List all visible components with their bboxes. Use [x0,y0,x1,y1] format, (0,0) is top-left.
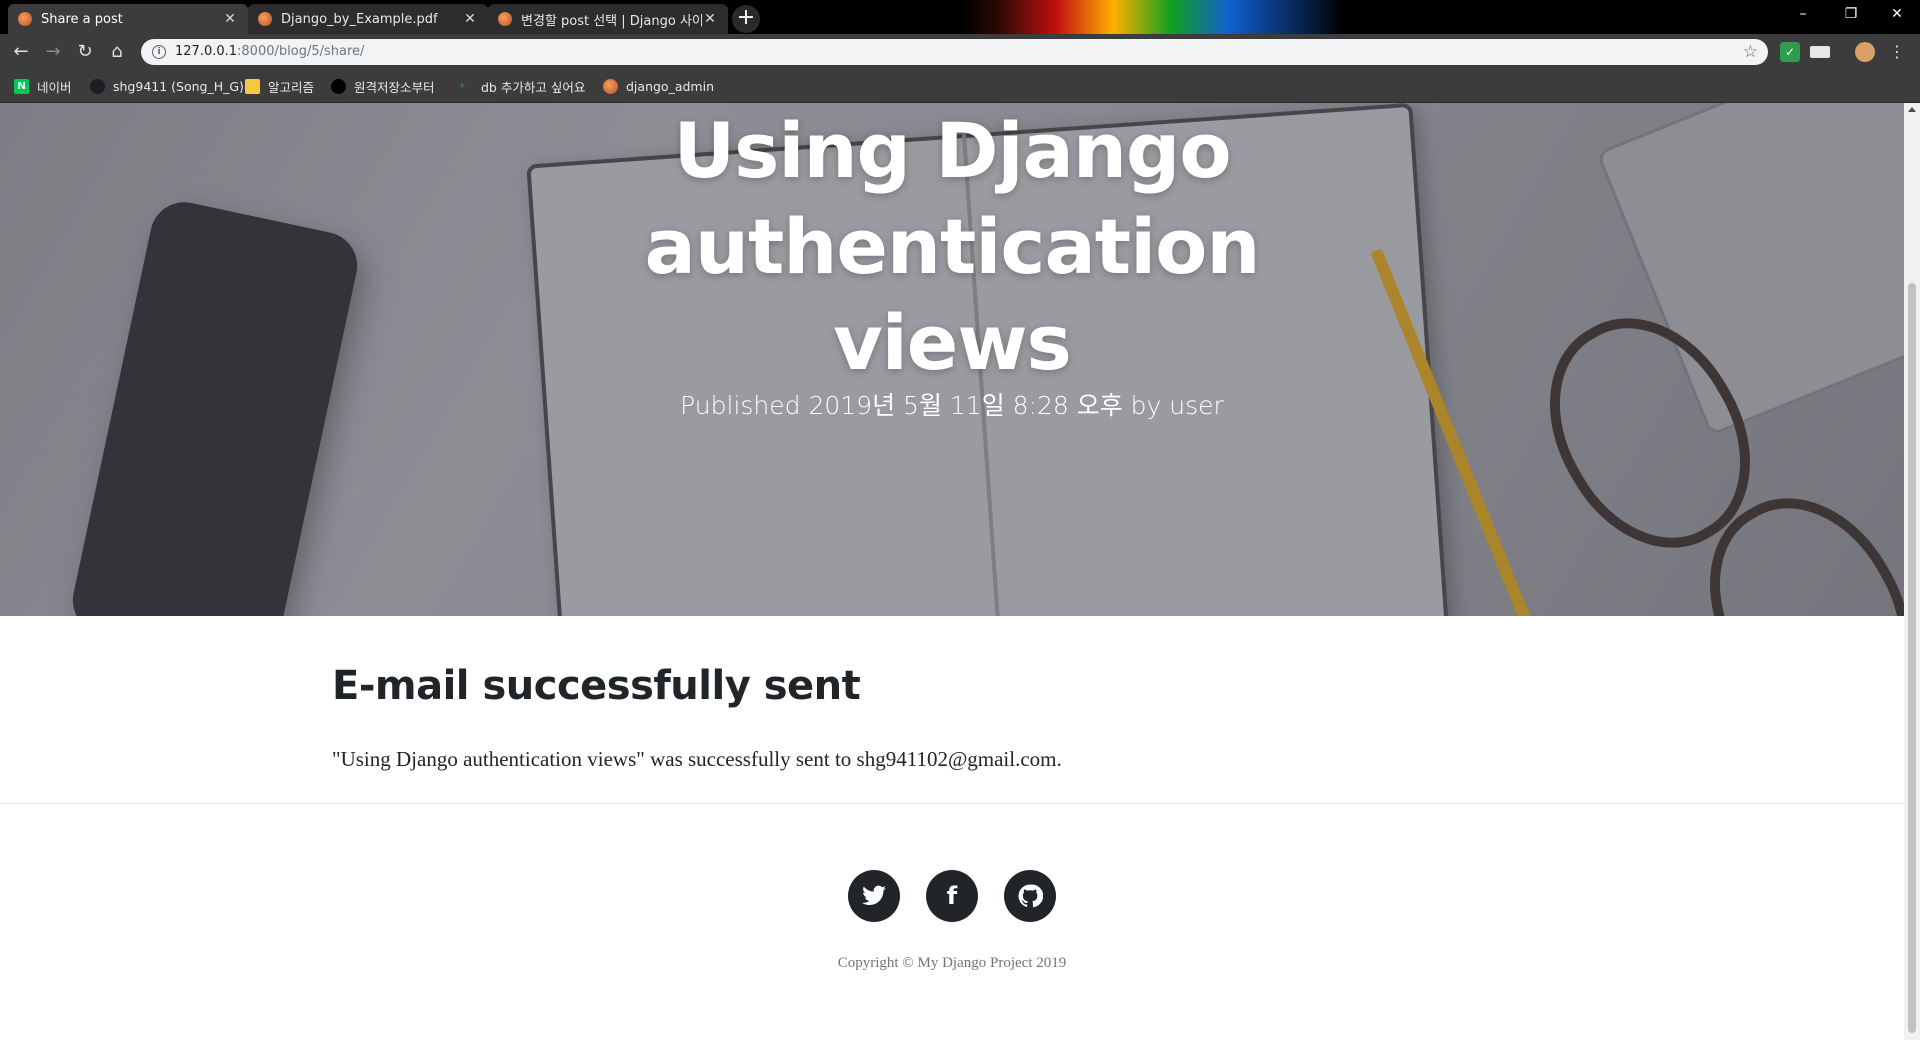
bookmark-label: 원격저장소부터 [354,79,435,95]
address-bar[interactable]: i 127.0.0.1:8000/blog/5/share/ ☆ [141,39,1768,65]
leaf-icon: ✦ [458,80,467,92]
home-icon[interactable]: ⌂ [105,40,129,64]
close-window-button[interactable]: ✕ [1874,0,1920,30]
bookmark-label: django_admin [626,78,714,94]
tab-strip: Share a post ✕ Django_by_Example.pdf ✕ 변… [0,0,1920,34]
bookmark-github[interactable]: shg9411 (Song_H_G) [90,77,244,95]
close-icon[interactable]: ✕ [222,11,238,27]
shield-extension-icon[interactable]: ✓ [1780,42,1800,62]
forward-arrow-icon[interactable]: → [41,40,65,64]
browser-toolbar: ← → ↻ ⌂ i 127.0.0.1:8000/blog/5/share/ ☆… [0,34,1920,70]
facebook-icon[interactable]: f [926,870,978,922]
bookmark-label: db 추가하고 싶어요 [481,79,586,95]
avatar[interactable] [1855,42,1875,62]
bookmark-label: 알고리즘 [268,79,315,95]
github-icon[interactable] [1004,870,1056,922]
close-icon[interactable]: ✕ [462,11,478,27]
main-content: E-mail successfully sent "Using Django a… [332,663,1572,772]
tab-django-by-example[interactable]: Django_by_Example.pdf ✕ [248,4,488,34]
site-icon [258,12,272,26]
github-icon [90,78,105,94]
twitter-icon[interactable] [848,870,900,922]
naver-icon: N [14,78,29,94]
divider [0,803,1904,804]
success-message: "Using Django authentication views" was … [332,747,1062,771]
bookmark-star-icon[interactable]: ☆ [1743,39,1758,65]
circle-icon [331,78,346,94]
page-viewport: Using Django authentication views Publis… [0,103,1904,1040]
bookmark-label: 네이버 [37,79,72,95]
site-icon [18,12,32,26]
cast-extension-icon[interactable] [1810,46,1830,58]
restore-button[interactable]: ❐ [1828,0,1874,30]
menu-dots-icon[interactable]: ⋮ [1887,42,1907,62]
bookmark-label: shg9411 (Song_H_G) [113,78,244,94]
vertical-scrollbar[interactable] [1904,103,1920,1040]
minimize-button[interactable]: – [1780,0,1826,30]
tab-title: 변경할 post 선택 | Django 사이 [521,13,702,29]
new-tab-button[interactable]: + [732,5,760,33]
back-arrow-icon[interactable]: ← [9,40,33,64]
tab-title: Share a post [41,11,123,27]
scrollbar-thumb[interactable] [1908,283,1916,1033]
tab-title: Django_by_Example.pdf [281,11,438,27]
bookmark-remote-repo[interactable]: 원격저장소부터 [331,77,435,95]
bookmark-db[interactable]: ✦ db 추가하고 싶어요 [458,77,585,95]
bookmarks-bar: N 네이버 shg9411 (Song_H_G) 알고리즘 원격저장소부터 ✦ … [0,70,1920,103]
scroll-up-arrow-icon[interactable] [1908,107,1916,112]
copyright-text: Copyright © My Django Project 2019 [837,955,1067,971]
post-title: Using Django authentication views [644,106,1261,387]
tab-admin-post-list[interactable]: 변경할 post 선택 | Django 사이 ✕ [488,4,728,34]
bookmark-naver[interactable]: N 네이버 [14,77,72,95]
post-meta: Published 2019년 5월 11일 8:28 오후 by user [680,391,1224,420]
info-icon[interactable]: i [152,45,166,59]
hero-header: Using Django authentication views Publis… [0,103,1904,616]
social-links: f [0,870,1904,922]
bookmark-algorithm[interactable]: 알고리즘 [245,77,314,95]
tab-share-a-post[interactable]: Share a post ✕ [8,4,248,34]
url-path: :8000/blog/5/share/ [237,44,365,59]
bookmark-django-admin[interactable]: django_admin [603,77,714,95]
site-icon [498,12,512,26]
reload-icon[interactable]: ↻ [73,40,97,64]
page-title: E-mail successfully sent [332,663,861,709]
close-icon[interactable]: ✕ [702,11,718,27]
url-host: 127.0.0.1 [175,44,238,59]
folder-icon [245,78,260,94]
site-icon [603,78,618,94]
